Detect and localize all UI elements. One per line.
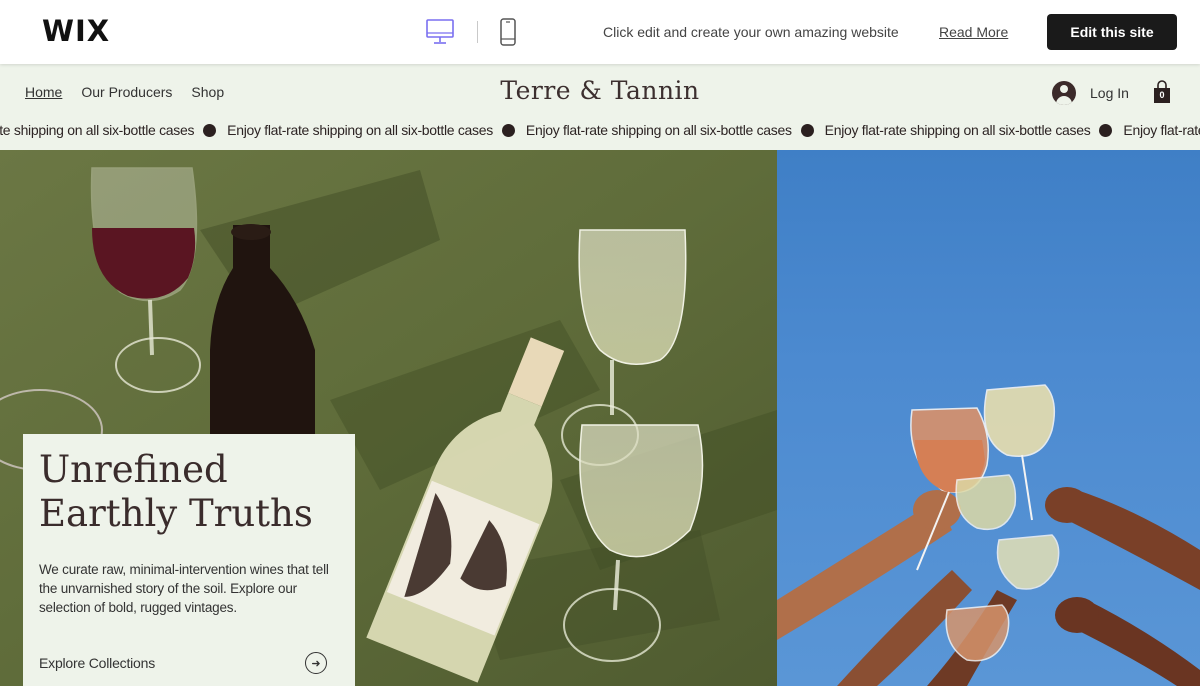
nav-home[interactable]: Home [25,84,62,100]
hero-image-toast [777,150,1200,686]
hero-title-line-1: Unrefined [39,448,228,491]
site-header: Terre & Tannin Home Our Producers Shop L… [0,64,1200,150]
nav-shop[interactable]: Shop [191,84,224,100]
mobile-icon[interactable] [499,18,517,46]
user-avatar-icon[interactable] [1052,81,1076,105]
hero-description: We curate raw, minimal-intervention wine… [39,562,329,615]
main-nav: Home Our Producers Shop [25,84,224,100]
hero-title-line-2: Earthly Truths [39,492,313,535]
hero-title: Unrefined Earthly Truths [39,448,339,536]
ticker-bullet [1099,123,1113,137]
ticker-track: -rate shipping on all six-bottle cases E… [0,122,1200,138]
login-link[interactable]: Log In [1090,85,1129,101]
nav-our-producers[interactable]: Our Producers [81,84,172,100]
read-more-link[interactable]: Read More [939,24,1008,40]
cart-count: 0 [1159,90,1165,100]
arrow-right-icon[interactable]: ➜ [305,652,327,674]
promo-ticker: -rate shipping on all six-bottle cases E… [0,118,1200,144]
wix-top-bar: WIX Click edit and create your own amazi… [0,0,1200,64]
toast-illustration [777,384,1200,686]
device-separator [477,21,478,43]
ticker-text: Enjoy flat-rate s [1123,122,1200,138]
ticker-bullet [203,123,217,137]
wix-logo[interactable]: WIX [42,14,110,48]
explore-collections-link[interactable]: Explore Collections [39,655,155,671]
ticker-text: -rate shipping on all six-bottle cases [0,122,195,138]
edit-site-button[interactable]: Edit this site [1047,14,1177,50]
hero-text-card: Unrefined Earthly Truths We curate raw, … [23,434,355,686]
ticker-bullet [800,123,814,137]
wix-promo-message: Click edit and create your own amazing w… [603,24,899,40]
ticker-text: Enjoy flat-rate shipping on all six-bott… [525,122,792,138]
ticker-text: Enjoy flat-rate shipping on all six-bott… [227,122,493,138]
ticker-text: Enjoy flat-rate shipping on all six-bott… [824,122,1091,138]
desktop-icon[interactable] [426,19,454,45]
ticker-bullet [501,123,515,137]
